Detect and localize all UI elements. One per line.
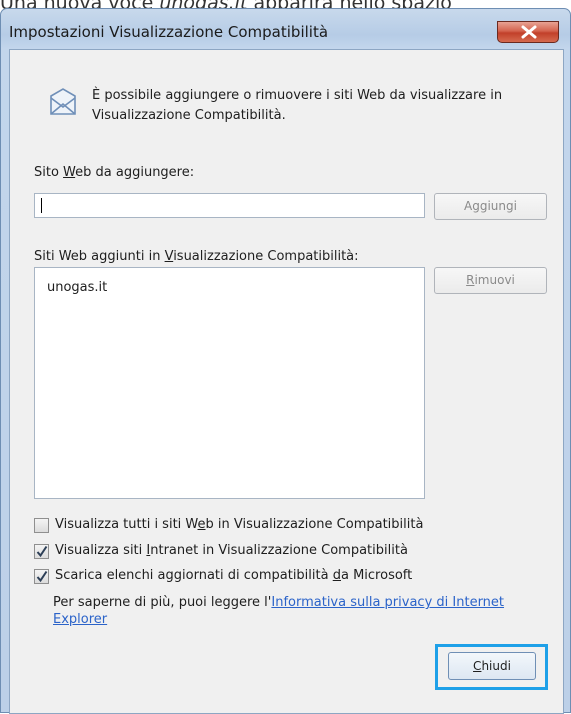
checkmark-icon	[36, 545, 48, 558]
download-lists-checkbox[interactable]	[34, 569, 49, 584]
info-text: È possibile aggiungere o rimuovere i sit…	[92, 88, 503, 123]
add-site-label: Sito Web da aggiungere:	[34, 165, 195, 180]
privacy-notice: Per saperne di più, puoi leggere l'Infor…	[53, 595, 505, 627]
added-sites-label: Siti Web aggiunti in Visualizzazione Com…	[34, 249, 359, 264]
close-dialog-button[interactable]: Chiudi	[448, 652, 536, 680]
add-button[interactable]: Aggiungi	[434, 193, 547, 220]
add-site-input[interactable]	[34, 193, 425, 218]
remove-button[interactable]: Rimuovi	[434, 267, 547, 294]
document-compatibility-icon	[50, 88, 76, 115]
list-item-site[interactable]: unogas.it	[47, 280, 107, 295]
show-all-sites-checkbox[interactable]	[34, 518, 49, 533]
checkmark-icon	[36, 570, 48, 583]
close-window-button[interactable]	[497, 21, 559, 43]
dialog-client-area: È possibile aggiungere o rimuovere i sit…	[9, 49, 564, 714]
text-caret	[41, 198, 42, 213]
close-x-icon	[521, 25, 537, 39]
dialog-title: Impostazioni Visualizzazione Compatibili…	[9, 23, 329, 41]
compatibility-view-dialog: Impostazioni Visualizzazione Compatibili…	[0, 8, 571, 714]
added-sites-list[interactable]: unogas.it	[34, 267, 425, 499]
intranet-sites-checkbox[interactable]	[34, 544, 49, 559]
